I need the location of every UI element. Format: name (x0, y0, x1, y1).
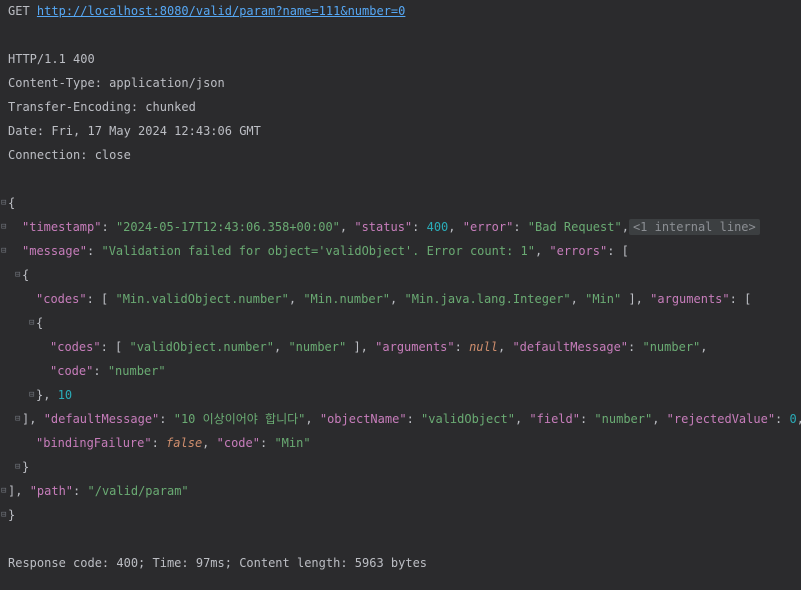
json-line-open: ⊟ { (0, 194, 801, 212)
json-line-inner-code: "code": "number" (50, 364, 166, 378)
codes-item: "Min" (585, 292, 622, 306)
codes-item: "Min.validObject.number" (115, 292, 289, 306)
code-value: "Min" (274, 436, 311, 450)
json-line-default-message: ⊟ ], "defaultMessage": "10 이상이어야 합니다", "… (15, 412, 801, 426)
request-url-link[interactable]: http://localhost:8080/valid/param?name=1… (37, 4, 405, 18)
json-line-close: ⊟ } (0, 506, 801, 524)
gutter-marker-icon: ⊟ (1, 246, 7, 256)
header-connection-text: Connection: close (8, 148, 131, 162)
header-connection: Connection: close (0, 146, 801, 164)
json-line-errors-close: ⊟ } (15, 460, 30, 474)
object-name-key: "objectName" (319, 412, 407, 426)
header-date: Date: Fri, 17 May 2024 12:43:06 GMT (0, 122, 801, 140)
binding-failure-value: false (166, 436, 203, 450)
json-line-binding: "bindingFailure": false, "code": "Min" (36, 436, 311, 450)
message-key: "message" (22, 244, 88, 258)
object-name-value: "validObject" (421, 412, 515, 426)
status-value: 400 (426, 220, 449, 234)
inner-default-message-key: "defaultMessage" (512, 340, 629, 354)
json-line-errors-open: ⊟ { (15, 268, 30, 282)
gutter-marker-icon: ⊟ (1, 222, 7, 232)
close-brace: } (8, 508, 16, 522)
json-line-message: ⊟ "message": "Validation failed for obje… (1, 244, 629, 258)
codes-item: "Min.number" (303, 292, 391, 306)
response-summary: Response code: 400; Time: 97ms; Content … (0, 554, 801, 572)
inner-default-message-value: "number" (642, 340, 701, 354)
inner-codes-item: "validObject.number" (129, 340, 274, 354)
errors-key: "errors" (549, 244, 608, 258)
timestamp-key: "timestamp" (22, 220, 102, 234)
binding-failure-key: "bindingFailure" (36, 436, 152, 450)
rejected-value: 0 (789, 412, 797, 426)
argument-number: 10 (57, 388, 73, 402)
message-value: "Validation failed for object='validObje… (101, 244, 535, 258)
timestamp-value: "2024-05-17T12:43:06.358+00:00" (115, 220, 340, 234)
header-content-type: Content-Type: application/json (0, 74, 801, 92)
field-key: "field" (529, 412, 580, 426)
code-key: "code" (216, 436, 260, 450)
header-content-type-text: Content-Type: application/json (8, 76, 225, 90)
open-brace: { (8, 196, 16, 210)
inner-code-value: "number" (107, 364, 166, 378)
header-transfer-encoding-text: Transfer-Encoding: chunked (8, 100, 196, 114)
default-message-key: "defaultMessage" (43, 412, 160, 426)
folded-lines-badge[interactable]: <1 internal line> (628, 219, 760, 235)
header-transfer-encoding: Transfer-Encoding: chunked (0, 98, 801, 116)
null-value: null (469, 340, 498, 354)
path-key: "path" (29, 484, 74, 498)
default-message-value: "10 이상이어야 합니다" (173, 412, 306, 426)
rejected-value-key: "rejectedValue" (666, 412, 776, 426)
json-line-path: ⊟ ], "path": "/valid/param" (1, 484, 189, 498)
inner-codes-item: "number" (288, 340, 347, 354)
field-value: "number" (594, 412, 653, 426)
codes-key: "codes" (36, 292, 87, 306)
codes-item: "Min.java.lang.Integer" (404, 292, 571, 306)
inner-arguments-key: "arguments" (375, 340, 455, 354)
json-line-args-close: ⊟ }, 10 (29, 388, 73, 402)
json-line-codes: "codes": [ "Min.validObject.number", "Mi… (36, 292, 752, 306)
json-line-args-open: ⊟ { (29, 316, 44, 330)
status-line: HTTP/1.1 400 (0, 50, 801, 68)
arguments-key: "arguments" (650, 292, 730, 306)
path-value: "/valid/param" (87, 484, 189, 498)
json-line-inner-codes: "codes": [ "validObject.number", "number… (50, 340, 708, 354)
status-key: "status" (354, 220, 413, 234)
request-method: GET (8, 4, 30, 18)
header-date-text: Date: Fri, 17 May 2024 12:43:06 GMT (8, 124, 261, 138)
inner-codes-key: "codes" (50, 340, 101, 354)
error-value: "Bad Request" (527, 220, 622, 234)
inner-code-key: "code" (50, 364, 94, 378)
response-summary-text: Response code: 400; Time: 97ms; Content … (8, 556, 428, 570)
request-line: GET http://localhost:8080/valid/param?na… (0, 2, 801, 20)
status-line-text: HTTP/1.1 400 (8, 52, 95, 66)
error-key: "error" (462, 220, 514, 234)
json-line-timestamp: ⊟ "timestamp": "2024-05-17T12:43:06.358+… (0, 218, 801, 236)
